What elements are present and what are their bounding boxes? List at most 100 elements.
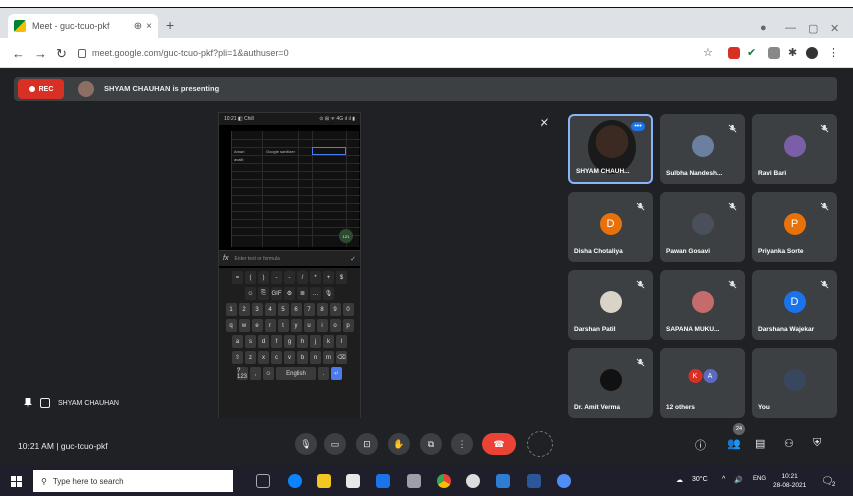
taskbar-search[interactable]: ⚲ Type here to search xyxy=(33,470,233,492)
keyboard-key[interactable]: 1 xyxy=(225,303,237,316)
speaker-volume-icon[interactable]: 🔊 xyxy=(734,476,743,484)
keyboard-key[interactable]: a xyxy=(232,335,243,348)
keyboard-key[interactable]: - xyxy=(284,271,295,284)
language-indicator[interactable]: ENG xyxy=(753,476,766,482)
keyboard-key[interactable]: / xyxy=(297,271,308,284)
keyboard-key[interactable]: $ xyxy=(336,271,347,284)
keyboard-key[interactable]: ⚙ xyxy=(284,287,295,300)
participant-tile[interactable]: ••• SHYAM CHAUH... xyxy=(568,114,653,184)
forward-icon[interactable]: → xyxy=(34,46,47,61)
keyboard-key[interactable]: 6 xyxy=(290,303,302,316)
keyboard-key[interactable]: ( xyxy=(245,271,256,284)
participant-tile[interactable]: K A 12 others xyxy=(660,348,745,418)
url-field[interactable]: meet.google.com/guc-tcuo-pkf?pli=1&authu… xyxy=(78,43,618,63)
extra-control-button[interactable] xyxy=(527,431,553,457)
host-controls-icon[interactable]: ⛨ xyxy=(813,437,821,450)
keyboard-key[interactable]: s xyxy=(245,335,256,348)
help-app-icon[interactable] xyxy=(557,474,571,488)
minimize-icon[interactable]: — xyxy=(785,22,796,34)
browser-menu-icon[interactable]: ⋮ xyxy=(828,46,839,59)
word-icon[interactable] xyxy=(527,474,541,488)
bookmark-star-icon[interactable]: ☆ xyxy=(703,46,713,59)
keyboard-key[interactable]: ≣ xyxy=(297,287,308,300)
present-button[interactable]: ⧉ xyxy=(420,433,442,455)
meeting-details-icon[interactable]: ⓘ xyxy=(695,437,706,453)
keyboard-key[interactable]: w xyxy=(238,319,250,332)
extensions-puzzle-icon[interactable]: ✱ xyxy=(788,46,797,59)
keyboard-key[interactable]: ↵ xyxy=(331,367,342,380)
keyboard-key[interactable]: English xyxy=(276,367,316,380)
keyboard-key[interactable]: GIF xyxy=(271,287,282,300)
keyboard-key[interactable]: + xyxy=(323,271,334,284)
participant-tile[interactable]: P Priyanka Sorte xyxy=(752,192,837,262)
maximize-icon[interactable]: ▢ xyxy=(808,22,818,35)
windows-start-icon[interactable] xyxy=(11,476,22,487)
activities-icon[interactable]: ⚇ xyxy=(784,437,794,450)
keyboard-key[interactable]: 9 xyxy=(329,303,341,316)
keyboard-key[interactable]: z xyxy=(245,351,256,364)
participant-tile[interactable]: Pawan Gosavi xyxy=(660,192,745,262)
keyboard-key[interactable]: b xyxy=(297,351,308,364)
keyboard-key[interactable]: * xyxy=(310,271,321,284)
participant-tile[interactable]: You xyxy=(752,348,837,418)
file-explorer-icon[interactable] xyxy=(317,474,331,488)
keyboard-key[interactable]: p xyxy=(342,319,354,332)
keyboard-key[interactable]: f xyxy=(271,335,282,348)
mail-icon[interactable] xyxy=(376,474,390,488)
edge-icon[interactable] xyxy=(288,474,302,488)
keyboard-key[interactable]: 7 xyxy=(303,303,315,316)
keyboard-key[interactable]: , xyxy=(250,367,261,380)
chat-icon[interactable]: ▤ xyxy=(755,437,765,450)
keyboard-key[interactable]: r xyxy=(264,319,276,332)
raise-hand-button[interactable]: ✋ xyxy=(388,433,410,455)
participant-tile[interactable]: Ravi Bari xyxy=(752,114,837,184)
app-blue-icon[interactable] xyxy=(496,474,510,488)
keyboard-key[interactable]: d xyxy=(258,335,269,348)
more-options-button[interactable]: ⋮ xyxy=(451,433,473,455)
keyboard-key[interactable]: k xyxy=(323,335,334,348)
keyboard-key[interactable]: ☺ xyxy=(245,287,256,300)
extension-check-icon[interactable]: ✔ xyxy=(747,46,756,59)
store-icon[interactable] xyxy=(346,474,360,488)
keyboard-key[interactable]: i xyxy=(316,319,328,332)
captions-button[interactable]: ⊡ xyxy=(356,433,378,455)
keyboard-key[interactable]: l xyxy=(336,335,347,348)
keyboard-key[interactable]: 🎙 xyxy=(323,287,334,300)
keyboard-key[interactable]: q xyxy=(225,319,237,332)
participant-tile[interactable]: Sulbha Nandesh... xyxy=(660,114,745,184)
keyboard-key[interactable]: n xyxy=(310,351,321,364)
feather-app-icon[interactable] xyxy=(407,474,421,488)
keyboard-key[interactable]: 5 xyxy=(277,303,289,316)
keyboard-key[interactable]: v xyxy=(284,351,295,364)
present-box-icon[interactable] xyxy=(40,398,50,408)
participant-tile[interactable]: D Disha Chotaliya xyxy=(568,192,653,262)
keyboard-key[interactable]: = xyxy=(232,271,243,284)
reload-icon[interactable]: ↻ xyxy=(56,46,67,62)
keyboard-key[interactable]: o xyxy=(329,319,341,332)
keyboard-key[interactable]: t xyxy=(277,319,289,332)
tray-chevron-icon[interactable]: ^ xyxy=(722,476,725,483)
settings-gear-icon[interactable] xyxy=(466,474,480,488)
keyboard-key[interactable]: x xyxy=(258,351,269,364)
pin-icon[interactable] xyxy=(24,398,32,408)
keyboard-key[interactable]: ☺ xyxy=(263,367,274,380)
keyboard-key[interactable]: e xyxy=(251,319,263,332)
keyboard-key[interactable]: j xyxy=(310,335,321,348)
chrome-icon[interactable] xyxy=(437,474,451,488)
keyboard-key[interactable]: 3 xyxy=(251,303,263,316)
participant-tile[interactable]: Dr. Amit Verma xyxy=(568,348,653,418)
new-tab-button[interactable]: + xyxy=(166,17,174,33)
keyboard-key[interactable]: ?123 xyxy=(237,367,248,380)
close-window-icon[interactable]: ✕ xyxy=(830,22,839,35)
keyboard-key[interactable]: 2 xyxy=(238,303,250,316)
keyboard-key[interactable]: m xyxy=(323,351,334,364)
keyboard-key[interactable]: - xyxy=(271,271,282,284)
profile-dot-icon[interactable]: ● xyxy=(760,22,767,34)
participant-tile[interactable]: Darshan Patil xyxy=(568,270,653,340)
keyboard-key[interactable]: ⎘ xyxy=(258,287,269,300)
keyboard-key[interactable]: 8 xyxy=(316,303,328,316)
keyboard-key[interactable]: ⌫ xyxy=(336,351,347,364)
cloud-weather-icon[interactable]: ☁ xyxy=(676,476,683,484)
back-icon[interactable]: ← xyxy=(12,46,25,61)
participant-tile[interactable]: D Darshana Wajekar xyxy=(752,270,837,340)
